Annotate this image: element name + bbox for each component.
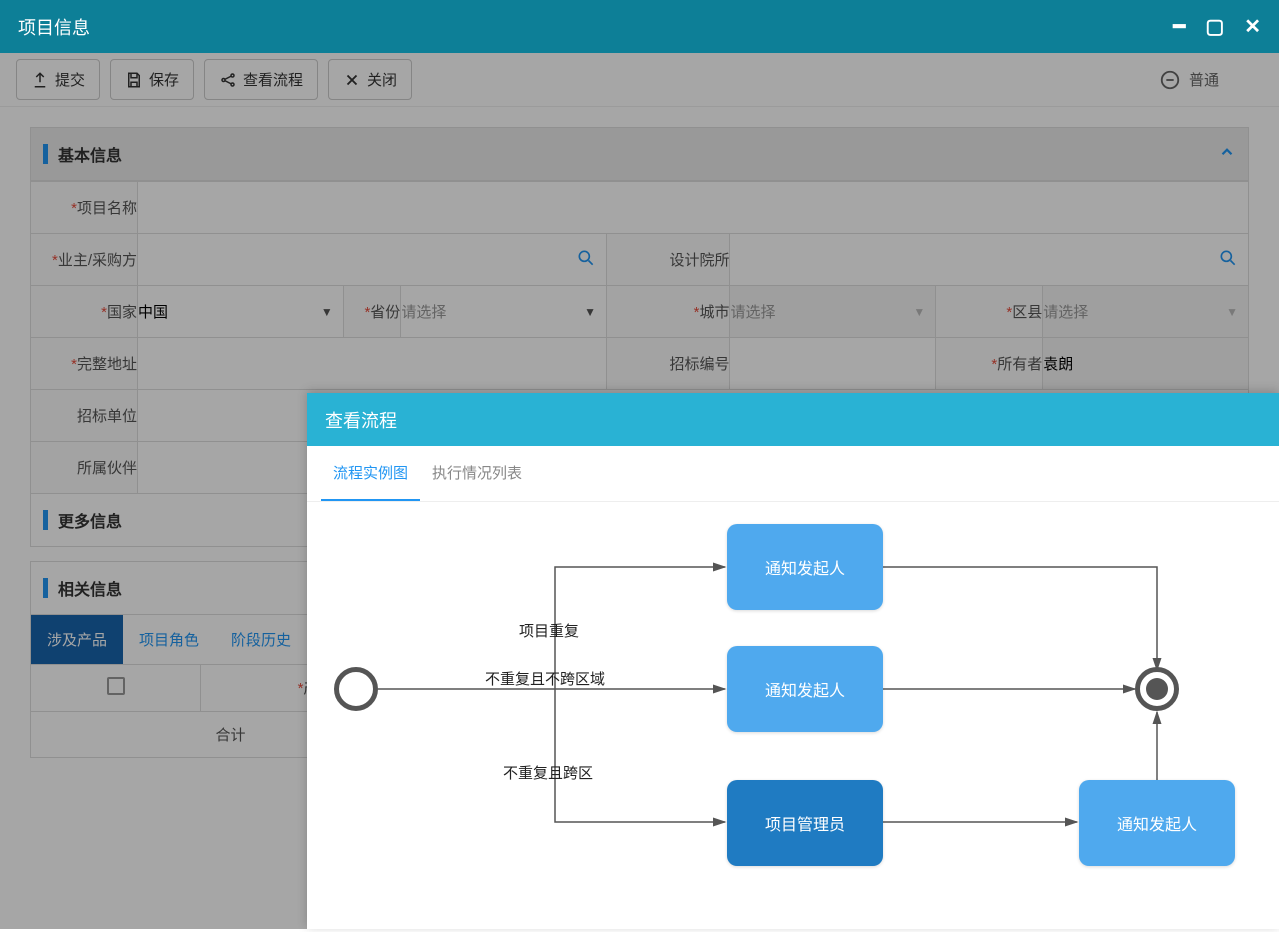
window-title: 项目信息	[18, 14, 1173, 40]
flow-label-duplicate: 项目重复	[519, 620, 579, 641]
flow-node-admin[interactable]: 项目管理员	[727, 780, 883, 866]
modal-tab-diagram[interactable]: 流程实例图	[321, 446, 420, 501]
flow-node-notify-2[interactable]: 通知发起人	[727, 646, 883, 732]
modal-tabs: 流程实例图 执行情况列表	[307, 446, 1279, 502]
flow-label-no-dup-no-cross: 不重复且不跨区域	[485, 668, 605, 689]
flow-end-node	[1135, 667, 1179, 711]
flow-label-no-dup-cross: 不重复且跨区	[503, 762, 593, 783]
flow-start-node	[334, 667, 378, 711]
minimize-icon[interactable]: ━	[1173, 14, 1185, 39]
flow-diagram: 通知发起人 通知发起人 项目管理员 通知发起人 项目重复 不重复且不跨区域 不重…	[307, 502, 1279, 932]
modal-header: 查看流程	[307, 393, 1279, 446]
close-icon[interactable]: ✕	[1244, 14, 1261, 39]
window-controls: ━ ▢ ✕	[1173, 14, 1261, 39]
flow-node-notify-3[interactable]: 通知发起人	[1079, 780, 1235, 866]
maximize-icon[interactable]: ▢	[1205, 14, 1224, 39]
modal-title: 查看流程	[325, 407, 397, 433]
window-title-bar: 项目信息 ━ ▢ ✕	[0, 0, 1279, 53]
modal-tab-list[interactable]: 执行情况列表	[420, 446, 534, 501]
flow-node-notify-1[interactable]: 通知发起人	[727, 524, 883, 610]
view-flow-modal: 查看流程 流程实例图 执行情况列表	[307, 393, 1279, 929]
